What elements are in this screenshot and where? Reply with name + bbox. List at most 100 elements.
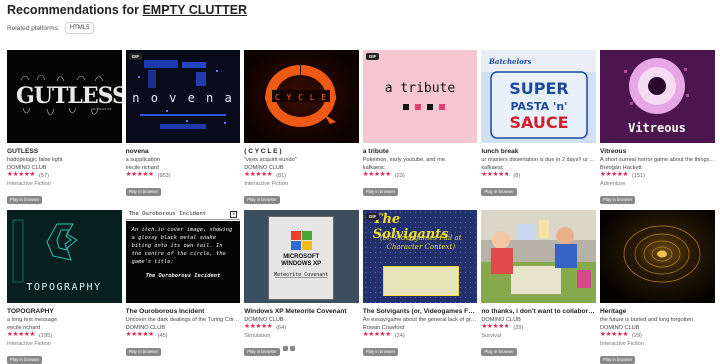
game-title-link[interactable]: lunch break: [481, 147, 596, 156]
game-description: Uncover the dark dealings of the Turing …: [125, 317, 241, 323]
game-title-link[interactable]: novena: [126, 147, 241, 156]
game-genre: Interactive Fiction: [7, 181, 51, 187]
windows-icon: [282, 346, 288, 352]
android-icon: [289, 346, 295, 352]
game-thumbnail[interactable]: [599, 210, 715, 303]
game-card[interactable]: The Ouroborous Incident ✕ An itch.io cove…: [125, 210, 241, 364]
star-rating-icon: ★★★★★ ★★★★★: [599, 331, 629, 338]
game-title-link[interactable]: no thanks, i don't want to collaborate :…: [481, 307, 596, 316]
game-title-link[interactable]: Heritage: [600, 307, 715, 316]
related-platforms-label: Related platforms:: [7, 24, 60, 32]
game-rating: ★★★★★ ★★★★★ (39): [481, 323, 596, 332]
game-rating: ★★★★★ ★★★★★ (953): [125, 171, 241, 180]
game-description: a supplication: [125, 157, 160, 163]
game-rating: ★★★★★ ★★★★★ (64): [244, 323, 359, 332]
game-thumbnail[interactable]: [481, 210, 596, 303]
game-title-link[interactable]: Vitreous: [600, 147, 715, 156]
game-card[interactable]: a tribute GIF a tribute Pokémon, early you…: [362, 50, 478, 206]
star-rating-icon: ★★★★★ ★★★★★: [481, 171, 510, 178]
game-title-link[interactable]: Windows XP Meteorite Covenant: [244, 307, 359, 316]
play-in-browser-badge: Play in browser: [7, 356, 43, 364]
platform-tag-html5[interactable]: HTML5: [64, 22, 95, 34]
play-in-browser-badge: Play in browser: [244, 348, 280, 356]
game-rating: ★★★★★ ★★★★★ (23): [363, 171, 478, 180]
game-thumbnail[interactable]: Batchelors SUPER PASTA 'n' SAUCE: [481, 50, 596, 143]
play-in-browser-badge: Play in browser: [125, 348, 161, 356]
related-platforms: Related platforms: HTML5: [7, 22, 95, 34]
title-prefix: Recommendations for: [7, 3, 143, 17]
game-title-link[interactable]: ( C Y C L E ): [244, 147, 359, 156]
recommendations-grid: GUTLESS INTERACTIVE GUTLESS hadopelagic f…: [7, 50, 715, 364]
play-in-browser-badge: Play in browser: [481, 348, 517, 356]
game-card[interactable]: The Solvigants (or, Videogames Fail at C…: [362, 210, 478, 364]
play-in-browser-badge: Play in browser: [481, 188, 517, 196]
game-rating: ★★★★★ ★★★★★ (151): [600, 171, 715, 180]
rating-count: (57): [39, 173, 49, 179]
rating-count: (81): [276, 173, 287, 179]
game-thumbnail[interactable]: The Solvigants (or, Videogames Fail at C…: [362, 210, 478, 303]
thumb-text: GUTLESS: [16, 83, 122, 109]
svg-text:SAUCE: SAUCE: [510, 113, 569, 132]
source-game-link[interactable]: EMPTY CLUTTER: [142, 3, 247, 17]
play-in-browser-badge: Play in browser: [362, 188, 399, 196]
game-card[interactable]: no thanks, i don't want to collaborate :…: [481, 210, 596, 364]
rating-count: (24): [394, 333, 405, 339]
game-rating: ★★★★★ ★★★★★ (29): [599, 331, 715, 340]
svg-text:SUPER: SUPER: [510, 79, 570, 98]
game-thumbnail[interactable]: Vitreous: [599, 50, 715, 143]
grid-row-2: TOPOGRAPHY TOPOGRAPHY a long text message…: [7, 210, 715, 364]
game-card[interactable]: Batchelors SUPER PASTA 'n' SAUCE lunch b…: [481, 50, 596, 206]
game-rating: ★★★★★ ★★★★★ (57): [7, 171, 122, 180]
star-rating-icon: ★★★★★ ★★★★★: [7, 171, 36, 178]
game-thumbnail[interactable]: MICROSOFT WINDOWS XP Meteorite Covenant: [244, 210, 359, 303]
star-rating-icon: ★★★★★ ★★★★★: [481, 323, 510, 330]
svg-text:Vitreous: Vitreous: [628, 121, 686, 135]
game-card[interactable]: MICROSOFT WINDOWS XP Meteorite Covenant …: [244, 210, 359, 364]
game-rating: ★★★★★ ★★★★★ (8): [481, 171, 596, 180]
star-rating-icon: ★★★★★ ★★★★★: [362, 331, 391, 338]
star-rating-icon: ★★★★★ ★★★★★: [125, 171, 154, 178]
play-in-browser-badge: Play in browser: [7, 196, 43, 204]
rating-count: (45): [157, 333, 168, 339]
game-card[interactable]: TOPOGRAPHY TOPOGRAPHY a long text message…: [7, 210, 122, 364]
svg-text:a tribute: a tribute: [385, 81, 456, 96]
game-card[interactable]: ( C Y C L E ) ( C Y C L E ) "vires acquir…: [244, 50, 359, 206]
gif-badge: GIF: [365, 213, 380, 220]
game-genre: Adventure: [599, 181, 626, 187]
game-title-link[interactable]: TOPOGRAPHY: [7, 307, 122, 316]
game-description: the future is buried and long forgotten: [599, 317, 693, 323]
game-thumbnail[interactable]: The Ouroborous Incident ✕ An itch.io cove…: [125, 210, 241, 303]
game-rating: ★★★★★ ★★★★★ (81): [244, 171, 359, 180]
play-in-browser-badge: Play in browser: [244, 196, 280, 204]
thumb-text: MICROSOFT WINDOWS XP: [281, 254, 322, 267]
game-title-link[interactable]: The Solvigants (or, Videogames Fail at C…: [363, 307, 478, 316]
rating-count: (195): [39, 333, 53, 339]
game-thumbnail[interactable]: ( C Y C L E ): [244, 50, 359, 143]
thumb-body: An itch.io cover image, showing a glossy…: [131, 227, 233, 265]
game-description: "vires acquirit eundo": [244, 157, 297, 163]
rating-count: (8): [513, 173, 521, 179]
star-rating-icon: ★★★★★ ★★★★★: [7, 331, 36, 338]
game-genre: Simulation: [244, 333, 271, 339]
page-title: Recommendations for EMPTY CLUTTER: [7, 3, 247, 17]
game-card[interactable]: Heritage the future is buried and long fo…: [599, 210, 715, 364]
game-title-link[interactable]: GUTLESS: [7, 147, 122, 156]
game-description: ur masters dissertation is due in 2 days…: [481, 157, 595, 163]
game-description: An essay/game about the general lack of …: [362, 317, 478, 323]
game-title-link[interactable]: a tribute: [363, 147, 478, 156]
svg-text:n o v e n a: n o v e n a: [132, 91, 233, 105]
game-rating: ★★★★★ ★★★★★ (45): [126, 331, 241, 340]
game-title-link[interactable]: The Ouroborous Incident: [126, 307, 241, 316]
gif-badge: GIF: [128, 53, 143, 60]
game-thumbnail[interactable]: GUTLESS INTERACTIVE: [7, 50, 122, 143]
game-card[interactable]: n o v e n a GIF novena a supplication eecil…: [125, 50, 241, 206]
game-thumbnail[interactable]: n o v e n a GIF: [125, 50, 241, 143]
rating-count: (953): [157, 173, 171, 179]
play-in-browser-badge: Play in browser: [125, 188, 161, 196]
game-thumbnail[interactable]: a tribute GIF: [362, 50, 478, 143]
game-card[interactable]: Vitreous Vitreous A short surreal horror …: [599, 50, 715, 206]
grid-row-1: GUTLESS INTERACTIVE GUTLESS hadopelagic f…: [7, 50, 715, 206]
game-thumbnail[interactable]: TOPOGRAPHY: [7, 210, 122, 303]
game-card[interactable]: GUTLESS INTERACTIVE GUTLESS hadopelagic f…: [7, 50, 122, 206]
rating-count: (39): [513, 325, 524, 331]
